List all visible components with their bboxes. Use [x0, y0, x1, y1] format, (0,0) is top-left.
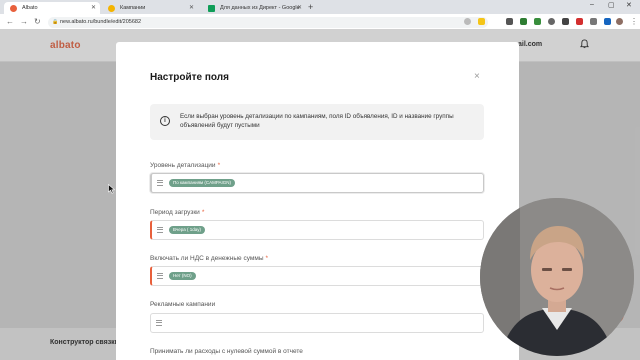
share-icon[interactable] — [464, 18, 471, 25]
webcam-overlay — [480, 198, 634, 356]
maximize-window-icon[interactable]: ▢ — [608, 1, 615, 9]
tab-title: Кампании — [120, 5, 146, 11]
extension-icon[interactable] — [562, 18, 569, 25]
info-text: Если выбран уровень детализации по кампа… — [180, 113, 454, 129]
drag-handle-icon[interactable] — [156, 320, 162, 326]
browser-toolbar: ← → ↻ 🔒 new.albato.ru/bundle/edit/205682… — [0, 14, 640, 30]
required-mark: * — [201, 209, 205, 216]
lock-icon: 🔒 — [52, 19, 59, 25]
back-icon[interactable]: ← — [6, 17, 14, 26]
browser-tab-campaigns[interactable]: Кампании ✕ — [102, 2, 198, 14]
selected-value-chip[interactable]: По кампаниям (CAMPAIGN) — [169, 179, 236, 187]
field-label-zero-spend: Принимать ли расходы с нулевой суммой в … — [150, 348, 303, 355]
url-text: new.albato.ru/bundle/edit/205682 — [60, 19, 142, 25]
label-text: Рекламные кампании — [150, 301, 216, 308]
label-text: Уровень детализации — [150, 162, 216, 169]
minimize-window-icon[interactable]: – — [590, 1, 594, 8]
extension-icon[interactable] — [548, 18, 555, 25]
forward-icon[interactable]: → — [20, 17, 28, 26]
field-label-campaigns: Рекламные кампании — [150, 301, 215, 308]
puzzle-icon[interactable] — [590, 18, 597, 25]
mouse-cursor-icon — [108, 184, 116, 194]
tab-title: Для данных из Директ - Google — [220, 5, 300, 11]
required-mark: * — [265, 255, 269, 262]
info-icon: i — [160, 116, 170, 126]
tab-title: Albato — [22, 5, 38, 11]
close-tab-icon[interactable]: ✕ — [189, 4, 194, 11]
label-text: Период загрузки — [150, 209, 200, 216]
field-label-vat: Включать ли НДС в денежные суммы * — [150, 255, 268, 262]
modal-title: Настройте поля — [150, 72, 229, 83]
extension-icon[interactable] — [534, 18, 541, 25]
campaigns-select[interactable] — [150, 313, 484, 333]
menu-icon[interactable]: ⋮ — [630, 17, 638, 26]
close-tab-icon[interactable]: ✕ — [91, 4, 96, 11]
configure-fields-modal: Настройте поля × i Если выбран уровень д… — [116, 42, 519, 360]
drag-handle-icon[interactable] — [157, 227, 163, 233]
google-sheets-favicon-icon — [208, 5, 215, 12]
bookmark-star-icon[interactable] — [478, 18, 485, 25]
info-banner: i Если выбран уровень детализации по кам… — [150, 104, 484, 140]
label-text: Включать ли НДС в денежные суммы — [150, 255, 264, 262]
address-bar[interactable]: 🔒 new.albato.ru/bundle/edit/205682 — [48, 17, 488, 28]
field-label-detail-level: Уровень детализации * — [150, 162, 220, 169]
profile-avatar[interactable] — [616, 18, 623, 25]
browser-tab-strip: Albato ✕ Кампании ✕ Для данных из Директ… — [0, 0, 640, 14]
yandex-direct-favicon-icon — [108, 5, 115, 12]
close-window-icon[interactable]: ✕ — [626, 1, 632, 9]
field-label-load-period: Период загрузки * — [150, 209, 204, 216]
presenter-video — [480, 198, 634, 356]
close-icon[interactable]: × — [474, 71, 480, 82]
drag-handle-icon[interactable] — [157, 180, 163, 186]
selected-value-chip[interactable]: Вчера ( 1day) — [169, 226, 205, 234]
albato-favicon-icon — [10, 5, 17, 12]
browser-tab-google-sheets[interactable]: Для данных из Директ - Google ✕ — [202, 2, 306, 14]
detail-level-select[interactable]: По кампаниям (CAMPAIGN) — [150, 173, 484, 193]
close-tab-icon[interactable]: ✕ — [297, 4, 302, 11]
load-period-select[interactable]: Вчера ( 1day) — [150, 220, 484, 240]
selected-value-chip[interactable]: Нет (NO) — [169, 272, 196, 280]
new-tab-button[interactable]: + — [308, 2, 313, 12]
extension-icon[interactable] — [520, 18, 527, 25]
extension-icon[interactable] — [604, 18, 611, 25]
drag-handle-icon[interactable] — [157, 273, 163, 279]
required-mark: * — [217, 162, 221, 169]
label-text: Принимать ли расходы с нулевой суммой в … — [150, 348, 303, 355]
browser-tab-albato[interactable]: Albato ✕ — [4, 2, 100, 14]
extension-icon[interactable] — [506, 18, 513, 25]
reload-icon[interactable]: ↻ — [34, 17, 41, 26]
extension-icon[interactable] — [576, 18, 583, 25]
vat-select[interactable]: Нет (NO) — [150, 266, 484, 286]
